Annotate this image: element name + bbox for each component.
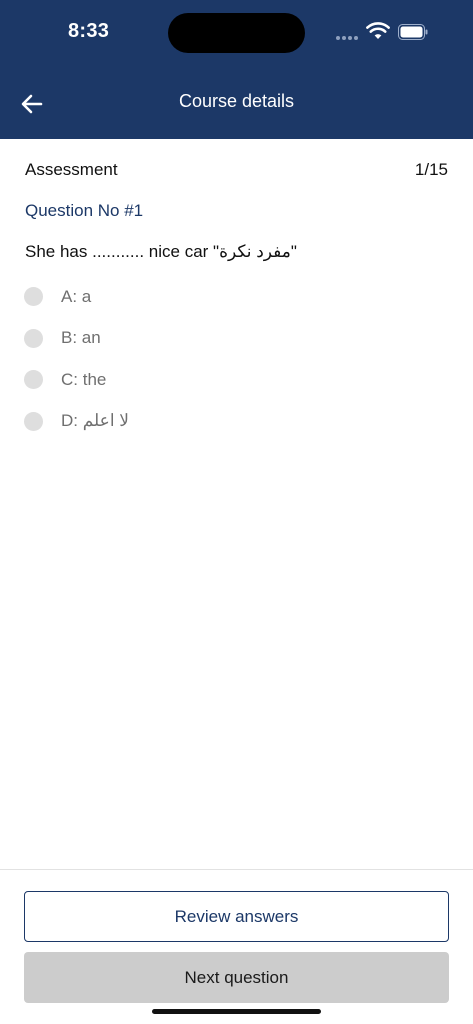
radio-button[interactable] <box>24 287 43 307</box>
option-label: C: the <box>61 369 107 389</box>
option-b[interactable]: B: an <box>24 318 444 360</box>
option-d[interactable]: D: لا اعلم <box>24 401 444 443</box>
radio-button[interactable] <box>24 411 43 431</box>
radio-button[interactable] <box>24 370 43 390</box>
option-a[interactable]: A: a <box>24 276 444 318</box>
wifi-icon <box>366 22 390 39</box>
option-label: A: a <box>61 286 92 306</box>
app-header: 8:33 Course details <box>0 0 473 139</box>
question-text: She has ........... nice car "مفرد نكرة" <box>25 242 297 261</box>
assessment-title: Assessment <box>25 160 118 179</box>
radio-button[interactable] <box>24 328 43 348</box>
page-title: Course details <box>178 91 295 111</box>
battery-icon <box>398 24 428 40</box>
home-indicator <box>152 1009 321 1014</box>
answer-options: A: a B: an C: the D: لا اعلم <box>24 276 444 442</box>
signal-icon <box>336 36 360 41</box>
question-number: Question No #1 <box>25 201 144 220</box>
option-c[interactable]: C: the <box>24 359 444 401</box>
option-label: B: an <box>61 328 101 348</box>
review-answers-button[interactable]: Review answers <box>24 891 449 942</box>
question-counter: 1/15 <box>414 160 448 179</box>
option-label: D: لا اعلم <box>61 411 129 431</box>
divider <box>0 869 473 870</box>
status-time: 8:33 <box>68 20 110 42</box>
next-question-button[interactable]: Next question <box>24 952 449 1003</box>
dynamic-island <box>168 13 305 53</box>
